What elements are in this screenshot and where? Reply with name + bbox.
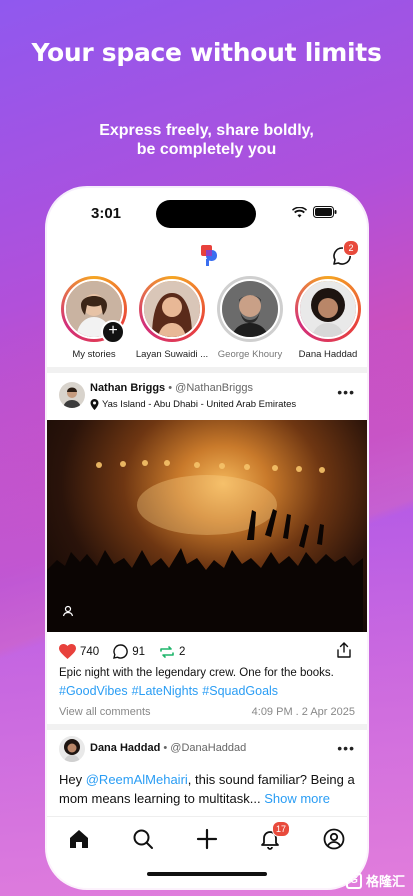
notifications-badge: 17	[272, 821, 290, 837]
post-actions: 740 91 2	[59, 644, 199, 659]
mention-link[interactable]: @ReemAlMehairi	[86, 772, 188, 787]
share-icon[interactable]	[337, 642, 351, 658]
view-comments-link[interactable]: View all comments	[59, 706, 151, 718]
story-item[interactable]: Dana Haddad	[289, 276, 367, 360]
story-ring	[217, 276, 283, 342]
hero-subline: Express freely, share boldly, be complet…	[0, 121, 413, 159]
post-hashtags: #GoodVibes #LateNights #SquadGoals	[59, 684, 282, 698]
author-name: Dana Haddad	[90, 742, 161, 754]
create-post-icon[interactable]	[195, 827, 219, 851]
avatar	[298, 279, 358, 339]
concert-photo	[47, 460, 363, 632]
dynamic-island	[156, 200, 256, 228]
wifi-icon	[292, 206, 307, 217]
story-ring: +	[61, 276, 127, 344]
profile-icon[interactable]	[322, 827, 346, 851]
divider	[47, 724, 367, 730]
post-text-start: Hey	[59, 772, 86, 787]
story-name: My stories	[72, 349, 116, 360]
post-author[interactable]: Nathan Briggs • @NathanBriggs	[90, 382, 253, 394]
add-story-button[interactable]: +	[101, 320, 125, 344]
more-options-icon[interactable]: •••	[337, 740, 355, 756]
author-handle: @NathanBriggs	[175, 382, 253, 394]
hashtag-link[interactable]: #GoodVibes	[59, 684, 128, 698]
home-icon[interactable]	[67, 827, 91, 851]
repost-button[interactable]: 2	[159, 645, 185, 659]
bottom-tab-bar: 17	[47, 816, 367, 865]
post-location[interactable]: Yas Island - Abu Dhabi - United Arab Emi…	[90, 399, 296, 410]
hero-headline: Your space without limits	[31, 38, 382, 67]
home-indicator	[147, 872, 267, 876]
watermark-text: 格隆汇	[365, 874, 405, 889]
comment-icon	[113, 644, 128, 659]
phone-frame: 3:01 2 + My stories Layan Suwaidi ... Ge…	[47, 188, 367, 888]
story-item[interactable]: Layan Suwaidi ...	[133, 276, 211, 360]
location-pin-icon	[90, 399, 99, 410]
post-timestamp: 4:09 PM . 2 Apr 2025	[251, 706, 355, 718]
hero-subline-1: Express freely, share boldly,	[99, 122, 314, 139]
story-name: Dana Haddad	[298, 349, 358, 360]
comment-button[interactable]: 91	[113, 644, 145, 659]
avatar[interactable]	[59, 736, 85, 762]
repost-icon	[160, 645, 174, 658]
battery-icon	[313, 206, 337, 218]
avatar[interactable]	[59, 382, 85, 408]
author-handle: @DanaHaddad	[170, 742, 247, 754]
stories-row: + My stories Layan Suwaidi ... George Kh…	[47, 276, 367, 362]
more-options-icon[interactable]: •••	[337, 384, 355, 400]
post-author[interactable]: Dana Haddad • @DanaHaddad	[90, 742, 246, 754]
story-name: George Khoury	[217, 349, 283, 360]
story-item[interactable]: + My stories	[55, 276, 133, 360]
avatar	[220, 279, 280, 339]
comment-count: 91	[132, 645, 145, 658]
show-more-link[interactable]: Show more	[264, 791, 330, 806]
divider	[47, 367, 367, 373]
author-name: Nathan Briggs	[90, 382, 166, 394]
system-icons	[292, 206, 337, 218]
hashtag-link[interactable]: #SquadGoals	[202, 684, 278, 698]
messages-badge: 2	[343, 240, 359, 256]
story-name: Layan Suwaidi ...	[135, 349, 209, 360]
avatar	[142, 279, 202, 339]
like-button[interactable]: 740	[59, 644, 99, 659]
story-ring	[139, 276, 205, 342]
heart-icon	[59, 644, 76, 659]
status-time: 3:01	[91, 205, 122, 222]
tagged-user-icon[interactable]	[61, 604, 75, 618]
story-item[interactable]: George Khoury	[211, 276, 289, 360]
app-logo	[200, 244, 220, 273]
hashtag-link[interactable]: #LateNights	[132, 684, 199, 698]
story-ring	[295, 276, 361, 342]
status-bar: 3:01	[47, 188, 367, 238]
post-image[interactable]	[47, 420, 367, 632]
repost-count: 2	[178, 645, 186, 658]
post-caption: Epic night with the legendary crew. One …	[59, 667, 334, 679]
watermark: G 格隆汇	[345, 871, 405, 890]
search-icon[interactable]	[131, 827, 155, 851]
post-text: Hey @ReemAlMehairi, this sound familiar?…	[59, 770, 359, 808]
watermark-logo-icon: G	[345, 872, 362, 889]
hero-subline-2: be completely you	[136, 141, 277, 158]
location-text: Yas Island - Abu Dhabi - United Arab Emi…	[102, 399, 297, 410]
like-count: 740	[80, 645, 100, 658]
